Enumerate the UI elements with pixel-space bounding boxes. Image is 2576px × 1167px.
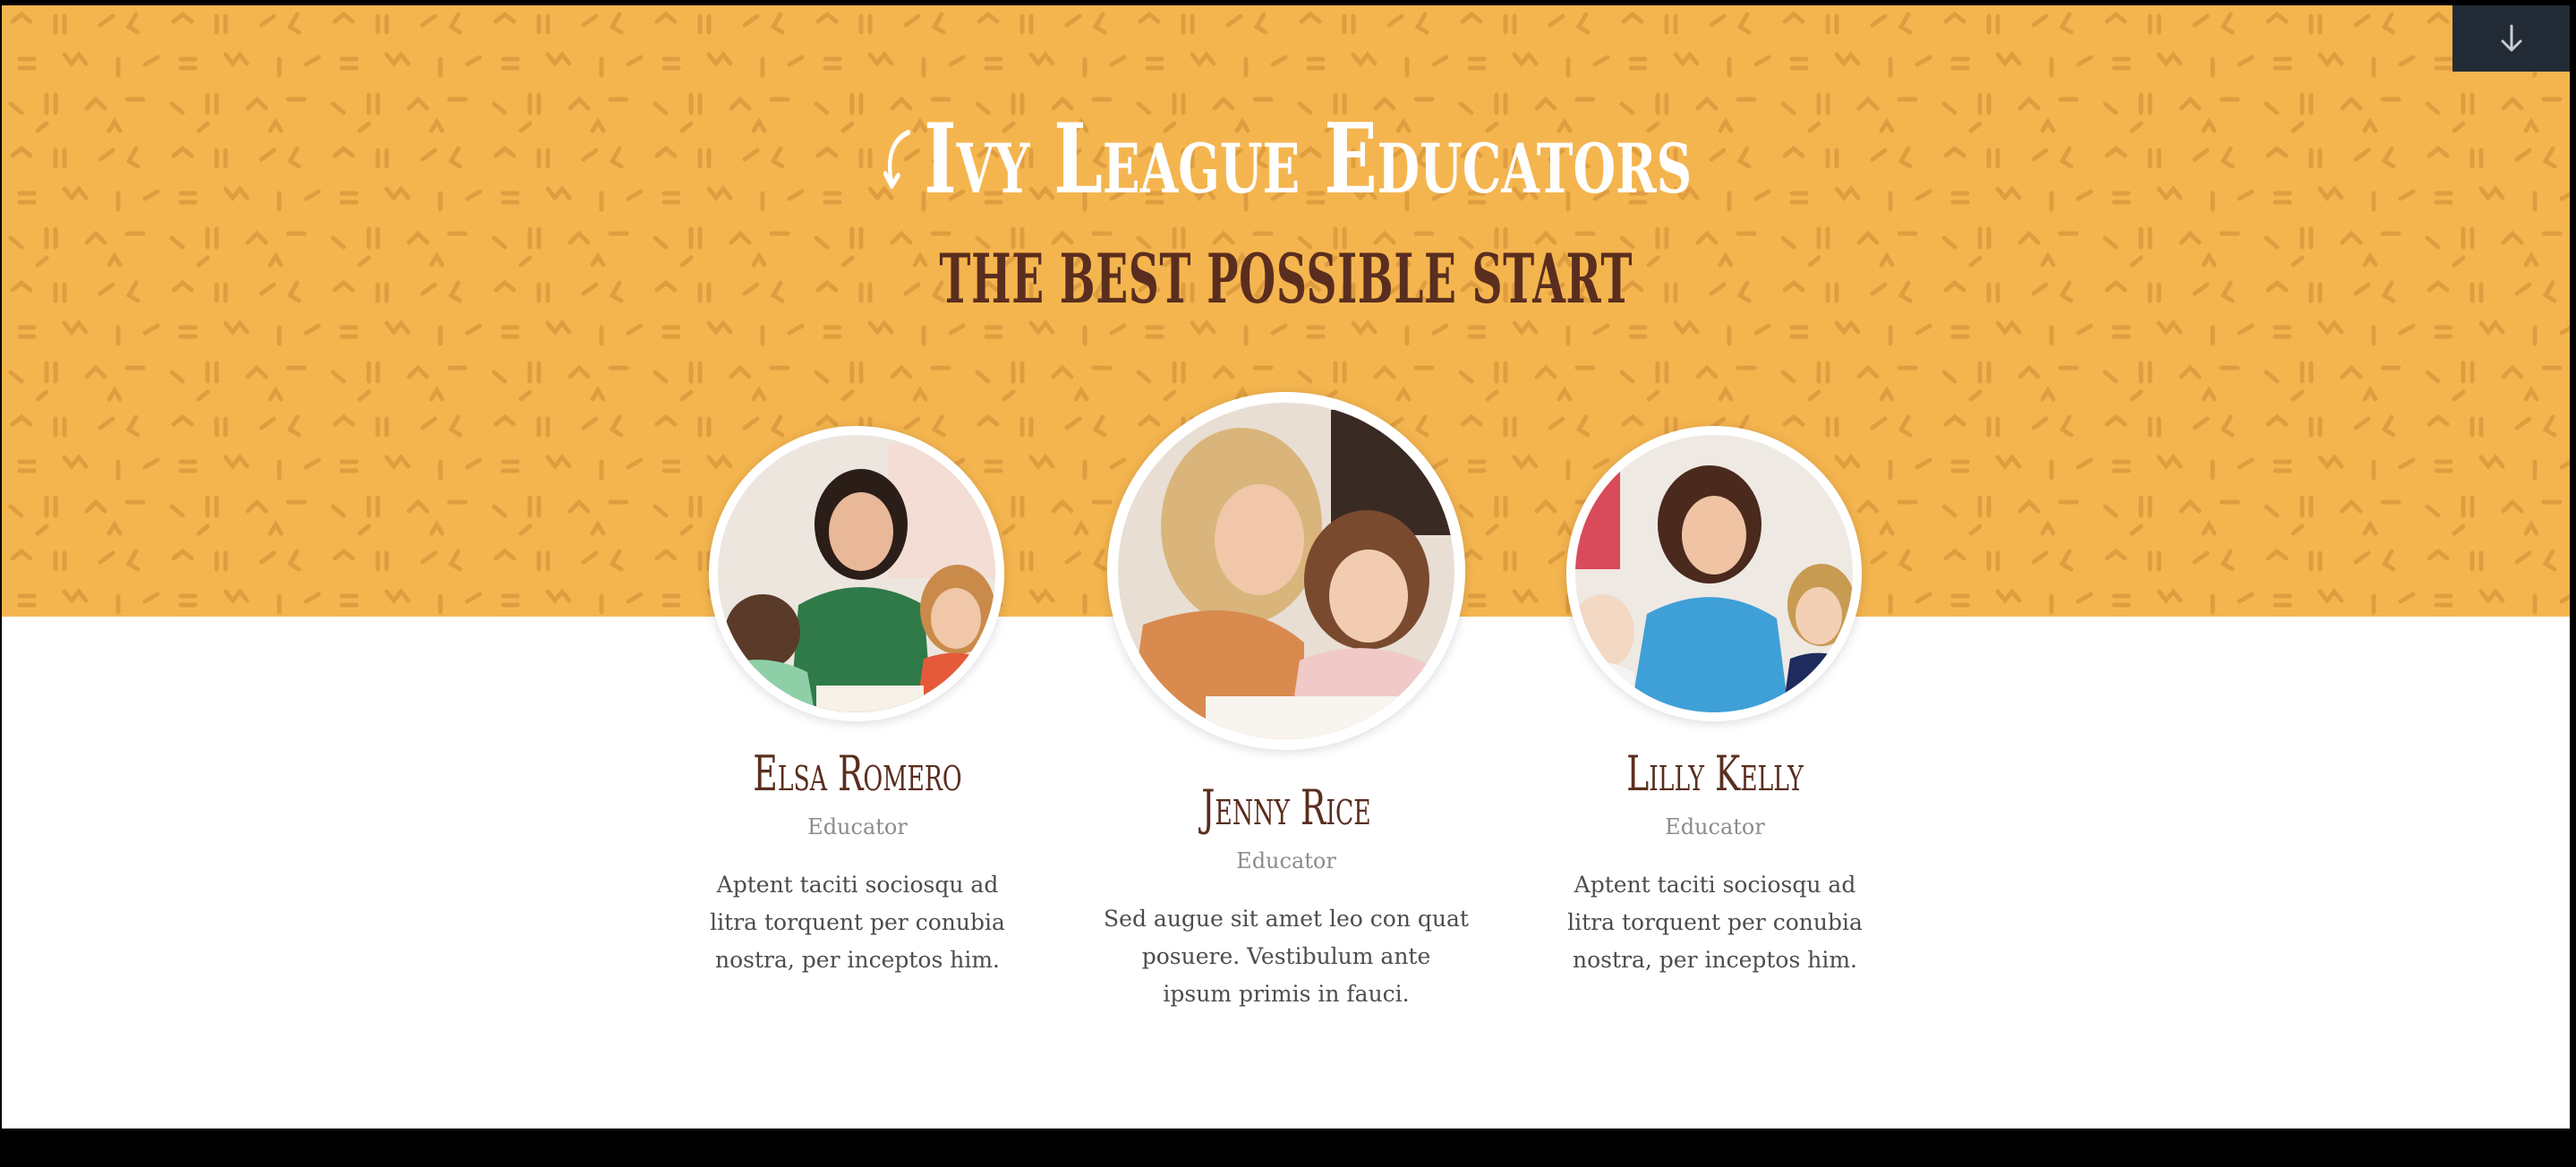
team-member-name: Elsa Romero xyxy=(753,745,962,802)
bio-line: nostra, per inceptos him. xyxy=(1573,947,1857,973)
bio-line: nostra, per inceptos him. xyxy=(715,947,1000,973)
team-member-bio: Sed augue sit amet leo con quat posuere.… xyxy=(1103,900,1470,1013)
team-member-name: Jenny Rice xyxy=(1201,779,1371,836)
page: Ivy League Educators THE BEST POSSIBLE S… xyxy=(2,5,2570,1129)
bio-line: Aptent taciti sociosqu ad xyxy=(1574,872,1856,898)
arrow-down-icon xyxy=(2501,24,2521,52)
team-card-elsa-romero: Elsa Romero Educator Aptent taciti socio… xyxy=(682,5,1033,1124)
team-card-lilly-kelly: Lilly Kelly Educator Aptent taciti socio… xyxy=(1540,5,1890,1124)
team-card-jenny-rice: Jenny Rice Educator Sed augue sit amet l… xyxy=(1103,5,1470,1124)
bio-line: litra torquent per conubia xyxy=(1567,909,1863,935)
avatar-jenny-rice xyxy=(1107,392,1465,750)
avatar-elsa-romero xyxy=(709,426,1004,721)
bio-line: Sed augue sit amet leo con quat xyxy=(1104,906,1469,932)
screen-frame: Ivy League Educators THE BEST POSSIBLE S… xyxy=(0,0,2576,1167)
team-member-name: Lilly Kelly xyxy=(1626,745,1804,802)
scroll-down-button[interactable] xyxy=(2452,5,2570,72)
team-member-bio: Aptent taciti sociosqu ad litra torquent… xyxy=(1540,866,1890,979)
bio-line: ipsum primis in fauci. xyxy=(1163,981,1410,1007)
team-member-role: Educator xyxy=(1665,814,1765,839)
photo-teacher-with-children xyxy=(709,426,1004,721)
bio-line: posuere. Vestibulum ante xyxy=(1141,943,1431,969)
bio-line: litra torquent per conubia xyxy=(710,909,1005,935)
bio-line: Aptent taciti sociosqu ad xyxy=(716,872,999,898)
photo-teacher-with-girl xyxy=(1107,392,1465,750)
team-member-bio: Aptent taciti sociosqu ad litra torquent… xyxy=(682,866,1033,979)
avatar-lilly-kelly xyxy=(1566,426,1862,721)
team-member-role: Educator xyxy=(807,814,908,839)
team-member-role: Educator xyxy=(1236,848,1336,873)
photo-teacher-with-kids xyxy=(1566,426,1862,721)
